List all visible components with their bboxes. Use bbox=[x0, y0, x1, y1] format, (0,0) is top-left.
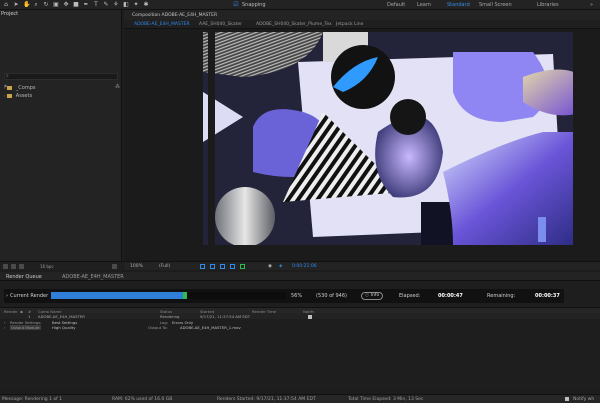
output-module-dropdown[interactable]: High Quality bbox=[52, 325, 76, 330]
project-search-input[interactable]: ⌕ bbox=[4, 73, 118, 80]
tree-item-label: Assets bbox=[15, 93, 33, 99]
notify-when-done-checkbox[interactable] bbox=[565, 397, 569, 403]
composition-tabs: ADOBE-AE_E4H_MASTER AAE_SH040_Skater ADO… bbox=[124, 20, 600, 29]
current-render-bar: › Current Render 56% (530 of 946) ⓘ Info… bbox=[4, 289, 564, 303]
home-icon[interactable]: ⌂ bbox=[3, 2, 9, 8]
renders-started: Renders Started: 9/17/21, 11:37:54 AM ED… bbox=[217, 397, 316, 402]
chevron-right-icon[interactable]: › bbox=[4, 85, 6, 90]
project-footer: 16 bpc bbox=[0, 261, 122, 270]
remaining-label: Remaining: bbox=[487, 293, 516, 299]
pan-behind-tool-icon[interactable]: ✥ bbox=[63, 2, 69, 8]
output-module-label: Output Module: bbox=[10, 325, 42, 330]
tree-item-label: _Comps bbox=[15, 85, 36, 91]
info-button[interactable]: ⓘ Info bbox=[361, 292, 383, 300]
total-time-elapsed: Total Time Elapsed: 3 Min, 13 Sec bbox=[348, 397, 424, 402]
elapsed-label: Elapsed: bbox=[399, 293, 421, 299]
roto-brush-tool-icon[interactable]: ✦ bbox=[133, 2, 139, 8]
render-queue-tabs: Render Queue ADOBE-AE_E4H_MASTER bbox=[0, 272, 600, 281]
shape-tool-icon[interactable]: ■ bbox=[73, 2, 79, 8]
project-panel: Project ⌕ ◆ ⁂ › _Comps › Assets 16 bpc bbox=[0, 10, 122, 270]
status-bar: Message: Rendering 1 of 1 RAM: 62% used … bbox=[0, 394, 600, 403]
puppet-tool-icon[interactable]: ✱ bbox=[143, 2, 149, 8]
rotate-tool-icon[interactable]: ↻ bbox=[43, 2, 49, 8]
composition-frame bbox=[203, 32, 583, 245]
current-render-label: Current Render bbox=[10, 293, 49, 299]
folder-icon bbox=[7, 85, 13, 90]
bit-depth-button[interactable]: 16 bpc bbox=[40, 264, 54, 269]
resolution-dropdown[interactable]: (Full) bbox=[159, 264, 170, 269]
workspace-default[interactable]: Default bbox=[387, 2, 405, 8]
remaining-value: 00:00:37 bbox=[535, 293, 560, 299]
tree-item-assets[interactable]: › Assets bbox=[4, 93, 32, 99]
output-to-label: Output To: bbox=[148, 325, 168, 330]
current-time-display[interactable]: 0:00:21:06 bbox=[292, 264, 317, 269]
pen-tool-icon[interactable]: ✒ bbox=[83, 2, 89, 8]
current-render-toggle[interactable]: › bbox=[6, 293, 8, 299]
render-progress-bar bbox=[51, 292, 286, 299]
frames-count: (530 of 946) bbox=[316, 293, 347, 299]
render-queue-panel: › Current Render 56% (530 of 946) ⓘ Info… bbox=[0, 281, 600, 389]
info-button-label: Info bbox=[370, 293, 380, 298]
ram-usage: RAM: 62% used of 16.0 GB bbox=[112, 397, 173, 402]
elapsed-value: 00:00:47 bbox=[438, 293, 463, 299]
tab-render-queue[interactable]: Render Queue bbox=[6, 274, 42, 280]
tab-comp-jetpack-line[interactable]: Jetpack Line bbox=[336, 22, 363, 27]
new-folder-icon[interactable] bbox=[11, 264, 16, 269]
magnification-dropdown[interactable]: 100% bbox=[130, 264, 143, 269]
type-tool-icon[interactable]: T bbox=[93, 2, 99, 8]
snapping-label: Snapping bbox=[242, 2, 266, 8]
region-of-interest-icon[interactable] bbox=[220, 264, 225, 269]
top-toolbar: ⌂ ➤ ✋ ⌕ ↻ ▣ ✥ ■ ✒ T ✎ ⚘ ◧ ✦ ✱ ☑ Snapping… bbox=[0, 0, 600, 10]
camera-tool-icon[interactable]: ▣ bbox=[53, 2, 59, 8]
tab-comp-master[interactable]: ADOBE-AE_E4H_MASTER bbox=[134, 22, 190, 27]
render-progress-fill bbox=[51, 292, 183, 299]
composition-panel-header: Composition ADOBE-AE_E4H_MASTER bbox=[124, 10, 600, 20]
output-to-path[interactable]: ADOBE-AE_E4H_MASTER_1.mov bbox=[180, 325, 241, 330]
folder-icon bbox=[7, 93, 13, 98]
viewer-controls-bar: 100% (Full) ◉ ◈ 0:00:21:06 bbox=[124, 261, 600, 270]
notify-when-done-label: Notify wh bbox=[573, 397, 595, 402]
transparency-grid-icon[interactable] bbox=[210, 264, 215, 269]
workspace-libraries[interactable]: Libraries bbox=[537, 2, 559, 8]
selection-tool-icon[interactable]: ➤ bbox=[13, 2, 19, 8]
output-module-row: › Output Module: High Quality Output To:… bbox=[0, 324, 600, 330]
render-progress-tail bbox=[182, 292, 187, 299]
snapping-checkbox[interactable]: ☑ bbox=[233, 2, 239, 8]
fast-previews-icon[interactable] bbox=[200, 264, 205, 269]
guides-icon[interactable] bbox=[230, 264, 235, 269]
tree-item-comps[interactable]: › _Comps bbox=[4, 85, 36, 91]
tab-timeline-master[interactable]: ADOBE-AE_E4H_MASTER bbox=[62, 274, 124, 280]
tab-comp-skater-plume[interactable]: ADOBE_SH040_Skater_Plume_Tex bbox=[256, 22, 332, 27]
status-message: Message: Rendering 1 of 1 bbox=[2, 397, 63, 402]
flowchart-icon[interactable]: ⁂ bbox=[115, 84, 120, 90]
search-icon: ⌕ bbox=[6, 73, 9, 79]
composition-panel-title[interactable]: Composition ADOBE-AE_E4H_MASTER bbox=[132, 13, 217, 18]
more-workspaces-icon[interactable]: » bbox=[590, 2, 593, 8]
clone-stamp-tool-icon[interactable]: ⚘ bbox=[113, 2, 119, 8]
workspace-learn[interactable]: Learn bbox=[417, 2, 431, 8]
snapshot-camera-icon[interactable]: ◉ bbox=[268, 264, 272, 269]
hand-tool-icon[interactable]: ✋ bbox=[23, 2, 30, 8]
show-channel-icon[interactable]: ◈ bbox=[279, 264, 282, 269]
composition-artwork bbox=[203, 32, 583, 245]
progress-percent: 56% bbox=[291, 293, 303, 299]
tab-comp-skater[interactable]: AAE_SH040_Skater bbox=[199, 22, 242, 27]
chevron-right-icon[interactable]: › bbox=[4, 93, 6, 98]
zoom-tool-icon[interactable]: ⌕ bbox=[33, 2, 39, 8]
mask-visibility-icon[interactable] bbox=[240, 264, 245, 269]
workspace-standard[interactable]: Standard bbox=[447, 2, 470, 8]
brush-tool-icon[interactable]: ✎ bbox=[103, 2, 109, 8]
chevron-right-icon[interactable]: › bbox=[4, 325, 6, 330]
interpret-footage-icon[interactable] bbox=[3, 264, 8, 269]
workspace-small-screen[interactable]: Small Screen bbox=[479, 2, 512, 8]
delete-icon[interactable] bbox=[112, 264, 117, 269]
project-panel-title[interactable]: Project bbox=[1, 11, 18, 17]
eraser-tool-icon[interactable]: ◧ bbox=[123, 2, 129, 8]
new-composition-icon[interactable] bbox=[19, 264, 24, 269]
